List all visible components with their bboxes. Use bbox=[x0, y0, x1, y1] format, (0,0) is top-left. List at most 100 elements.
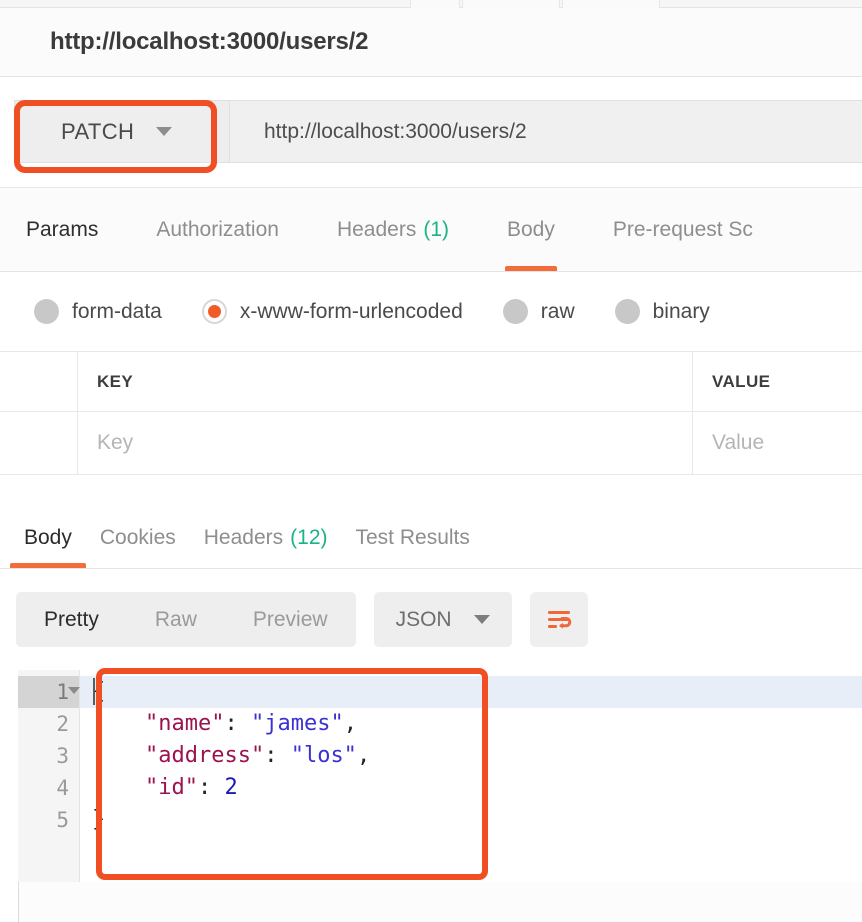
response-tab-cookies[interactable]: Cookies bbox=[86, 507, 190, 568]
url-input-value: http://localhost:3000/users/2 bbox=[264, 119, 527, 143]
http-method-dropdown[interactable]: PATCH bbox=[14, 100, 230, 163]
code-line: "address": "los", bbox=[80, 740, 862, 772]
postman-request-window: http://localhost:3000/users/2 PATCH http… bbox=[0, 0, 862, 922]
response-format-toolbar: Pretty Raw Preview JSON bbox=[0, 569, 862, 670]
word-wrap-button[interactable] bbox=[529, 592, 588, 647]
radio-form-data[interactable]: form-data bbox=[34, 299, 162, 324]
language-dropdown-label: JSON bbox=[395, 607, 452, 631]
url-input[interactable]: http://localhost:3000/users/2 bbox=[230, 100, 862, 163]
header-cell-key: KEY bbox=[78, 352, 693, 411]
view-mode-preview-label: Preview bbox=[252, 607, 328, 631]
radio-icon-x-www-form-urlencoded bbox=[201, 299, 227, 324]
tab-body-label: Body bbox=[507, 217, 555, 241]
code-token-pun: , bbox=[356, 743, 371, 768]
response-tab-headers-label: Headers bbox=[203, 525, 284, 549]
view-mode-raw[interactable]: Raw bbox=[127, 592, 225, 647]
response-tab-test-results[interactable]: Test Results bbox=[342, 507, 484, 568]
radio-icon-form-data bbox=[34, 299, 59, 324]
code-fold-arrow-icon[interactable] bbox=[68, 687, 80, 694]
page-title: http://localhost:3000/users/2 bbox=[50, 28, 369, 55]
radio-binary[interactable]: binary bbox=[614, 299, 710, 324]
active-tab-underline bbox=[505, 266, 557, 271]
tab-params[interactable]: Params bbox=[26, 188, 120, 271]
code-token-key: "address" bbox=[144, 743, 265, 768]
code-token-pun bbox=[92, 711, 145, 736]
response-tabs: Body Cookies Headers (12) Test Results bbox=[0, 507, 862, 569]
response-tab-test-results-label: Test Results bbox=[355, 525, 470, 549]
code-line: "name": "james", bbox=[80, 708, 862, 740]
tab-pre-request-script-label: Pre-request Sc bbox=[612, 217, 753, 241]
header-value-label: VALUE bbox=[712, 371, 771, 391]
table-header-row: KEY VALUE bbox=[0, 352, 862, 412]
tab-pre-request-script[interactable]: Pre-request Sc bbox=[613, 188, 775, 271]
code-token-str: "los" bbox=[290, 743, 357, 768]
row-checkbox-cell[interactable] bbox=[0, 412, 78, 474]
code-token-str: "james" bbox=[250, 711, 344, 736]
radio-form-data-label: form-data bbox=[72, 299, 162, 323]
tab-fragment-2[interactable] bbox=[462, 0, 560, 8]
code-token-key: "id" bbox=[144, 775, 198, 800]
row-key-placeholder: Key bbox=[97, 431, 134, 454]
url-row: PATCH http://localhost:3000/users/2 bbox=[0, 77, 862, 188]
tab-body[interactable]: Body bbox=[505, 188, 577, 271]
line-number: 5 bbox=[56, 808, 69, 832]
response-tab-headers[interactable]: Headers (12) bbox=[190, 507, 342, 568]
code-token-pun bbox=[92, 775, 145, 800]
response-tab-body-label: Body bbox=[24, 525, 72, 549]
http-method-label: PATCH bbox=[61, 118, 135, 144]
viewer-bottom-area bbox=[19, 882, 862, 922]
radio-icon-raw bbox=[502, 299, 528, 324]
tab-params-label: Params bbox=[26, 217, 99, 241]
row-key-input[interactable]: Key bbox=[78, 412, 693, 474]
request-tabs: Params Authorization Headers (1) Body Pr… bbox=[0, 188, 862, 272]
text-caret bbox=[93, 678, 95, 705]
code-token-pun: , bbox=[343, 711, 357, 736]
code-line: { bbox=[80, 676, 862, 708]
radio-x-www-form-urlencoded[interactable]: x-www-form-urlencoded bbox=[201, 299, 463, 324]
request-title-bar: http://localhost:3000/users/2 bbox=[0, 8, 862, 77]
row-value-placeholder: Value bbox=[712, 431, 765, 454]
code-token-pun: } bbox=[92, 807, 106, 832]
radio-icon-binary bbox=[614, 299, 640, 324]
line-number: 3 bbox=[56, 744, 69, 768]
tab-headers[interactable]: Headers (1) bbox=[337, 188, 471, 271]
language-dropdown[interactable]: JSON bbox=[373, 592, 512, 647]
radio-binary-label: binary bbox=[652, 299, 710, 323]
header-cell-value: VALUE bbox=[693, 352, 862, 411]
tab-authorization-label: Authorization bbox=[156, 217, 279, 241]
window-tab-strip bbox=[0, 0, 862, 8]
header-key-label: KEY bbox=[97, 371, 134, 391]
row-value-input[interactable]: Value bbox=[693, 412, 862, 474]
view-mode-raw-label: Raw bbox=[154, 607, 197, 631]
view-mode-segmented-control: Pretty Raw Preview bbox=[16, 592, 356, 647]
response-tab-cookies-label: Cookies bbox=[99, 525, 176, 549]
line-number: 2 bbox=[56, 712, 69, 736]
view-mode-pretty-label: Pretty bbox=[44, 607, 99, 631]
radio-raw[interactable]: raw bbox=[502, 299, 575, 324]
header-checkbox-cell bbox=[0, 352, 78, 411]
tab-headers-label: Headers bbox=[336, 217, 417, 241]
body-type-selector: form-data x-www-form-urlencoded raw bina… bbox=[0, 272, 862, 352]
tab-fragment-1[interactable] bbox=[410, 0, 460, 8]
tab-fragment-3[interactable] bbox=[562, 0, 660, 8]
code-token-pun: : bbox=[197, 775, 225, 800]
table-row[interactable]: Key Value bbox=[0, 412, 862, 475]
code-token-pun bbox=[92, 743, 145, 768]
code-token-key: "name" bbox=[144, 711, 225, 736]
response-tab-headers-count: (12) bbox=[290, 525, 328, 549]
response-tab-body[interactable]: Body bbox=[10, 507, 86, 568]
tab-authorization[interactable]: Authorization bbox=[156, 188, 301, 271]
chevron-down-icon bbox=[156, 127, 173, 136]
code-line: "id": 2 bbox=[80, 772, 862, 804]
line-number: 4 bbox=[56, 776, 69, 800]
body-key-value-table: KEY VALUE Key Value bbox=[0, 352, 862, 507]
code-token-num: 2 bbox=[224, 775, 238, 800]
radio-x-www-form-urlencoded-label: x-www-form-urlencoded bbox=[239, 299, 463, 323]
gutter-left-pad bbox=[0, 670, 18, 922]
viewer-left-divider bbox=[18, 882, 19, 922]
view-mode-preview[interactable]: Preview bbox=[225, 592, 356, 647]
code-line: } bbox=[80, 804, 862, 836]
word-wrap-icon bbox=[547, 610, 571, 629]
view-mode-pretty[interactable]: Pretty bbox=[16, 592, 127, 647]
radio-raw-label: raw bbox=[540, 299, 575, 323]
